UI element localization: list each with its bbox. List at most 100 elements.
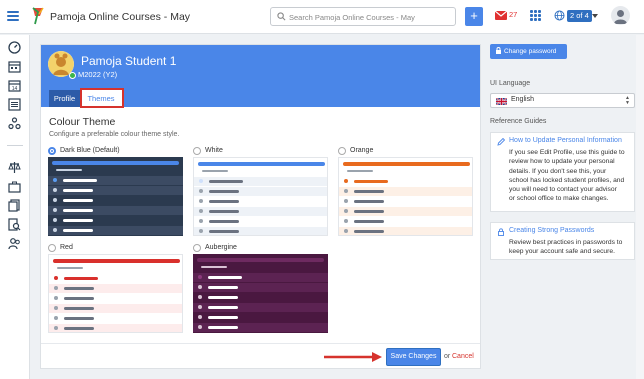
guide-card-passwords[interactable]: Creating Strong Passwords Review best pr…	[490, 222, 635, 260]
or-text: or	[444, 353, 451, 360]
mail-icon[interactable]	[494, 10, 508, 20]
guide-line: details. If you don't see this, your	[509, 167, 607, 175]
preview-dot	[199, 219, 203, 223]
apps-grid-icon[interactable]	[530, 10, 541, 21]
sidebar: 14	[0, 35, 30, 379]
preview-dot	[54, 276, 58, 280]
preview-dot	[198, 295, 202, 299]
preview-line	[63, 219, 93, 222]
reference-guides-label: Reference Guides	[490, 118, 547, 125]
menu-icon[interactable]	[7, 11, 19, 21]
app-title[interactable]: Pamoja Online Courses - May	[50, 11, 190, 23]
theme-option-orange[interactable]: Orange	[338, 147, 473, 237]
preview-header-bar	[53, 259, 180, 263]
list-icon[interactable]	[8, 98, 21, 111]
preview-line	[209, 200, 239, 203]
preview-dot	[344, 179, 348, 183]
preview-header-bar	[343, 162, 470, 166]
theme-option-aubergine[interactable]: Aubergine	[193, 244, 328, 334]
preview-caption	[202, 170, 228, 172]
preview-row	[48, 216, 183, 225]
guide-line: If you see Edit Profile, use this guide …	[509, 149, 625, 156]
preview-row	[193, 313, 328, 322]
preview-line	[64, 307, 94, 310]
theme-option-white[interactable]: White	[193, 147, 328, 237]
dashboard-icon[interactable]	[8, 41, 21, 54]
briefcase-icon[interactable]	[8, 180, 21, 193]
preview-dot	[53, 218, 57, 222]
guide-line: or school office to make changes.	[509, 195, 609, 203]
preview-row	[339, 187, 472, 196]
scrollbar[interactable]	[636, 35, 644, 379]
preview-line	[209, 210, 239, 213]
theme-radio[interactable]	[338, 147, 346, 155]
preview-line	[64, 317, 94, 320]
preview-row	[194, 177, 327, 186]
preview-dot	[53, 198, 57, 202]
theme-radio[interactable]	[48, 147, 56, 155]
preview-row	[193, 323, 328, 332]
avatar[interactable]	[611, 6, 630, 25]
add-button[interactable]: +	[465, 7, 483, 26]
preview-dot	[54, 306, 58, 310]
preview-row	[339, 227, 472, 235]
tab-profile[interactable]: Profile	[49, 90, 80, 107]
preview-dot	[198, 305, 202, 309]
search-box[interactable]	[270, 7, 456, 26]
theme-option-dark-blue[interactable]: Dark Blue (Default)	[48, 147, 183, 237]
theme-label: Aubergine	[205, 244, 237, 251]
theme-label: Red	[60, 244, 73, 251]
preview-line	[354, 230, 384, 233]
online-status-dot	[69, 72, 76, 79]
theme-radio[interactable]	[48, 244, 56, 252]
page-indicator[interactable]: 2 of 4	[567, 10, 592, 22]
save-changes-button[interactable]: Save Changes	[386, 348, 441, 366]
scale-icon[interactable]	[8, 161, 21, 174]
documents-icon[interactable]	[8, 199, 21, 212]
preview-row	[49, 284, 182, 293]
calendar-icon[interactable]	[8, 60, 21, 73]
preview-row	[49, 324, 182, 332]
globe-icon[interactable]	[554, 10, 565, 21]
language-select[interactable]: English ▲ ▼	[490, 93, 635, 108]
preview-dot	[344, 229, 348, 233]
preview-dot	[53, 208, 57, 212]
preview-dot	[53, 228, 57, 232]
preview-dot	[198, 325, 202, 329]
preview-line	[208, 316, 238, 319]
preview-dot	[199, 179, 203, 183]
search-document-icon[interactable]	[8, 218, 21, 231]
theme-radio[interactable]	[193, 244, 201, 252]
network-icon[interactable]	[8, 117, 21, 130]
preview-dot	[54, 296, 58, 300]
guide-title[interactable]: Creating Strong Passwords	[509, 227, 594, 234]
pamoja-logo[interactable]	[31, 6, 45, 26]
chevron-down-icon[interactable]	[592, 14, 598, 18]
preview-caption	[347, 170, 373, 172]
preview-line	[64, 297, 94, 300]
users-icon[interactable]	[8, 237, 21, 250]
card-footer-divider	[41, 343, 480, 344]
date-icon[interactable]: 14	[8, 79, 21, 92]
change-password-button[interactable]: Change password	[490, 44, 567, 59]
preview-line	[63, 229, 93, 232]
theme-label: White	[205, 147, 223, 154]
theme-preview	[193, 157, 328, 236]
preview-line	[354, 180, 388, 183]
preview-line	[64, 277, 98, 280]
preview-row	[48, 206, 183, 215]
theme-option-red[interactable]: Red	[48, 244, 183, 334]
cancel-link[interactable]: Cancel	[452, 353, 474, 360]
preview-dot	[199, 209, 203, 213]
guide-title[interactable]: How to Update Personal Information	[509, 137, 622, 144]
theme-radio[interactable]	[193, 147, 201, 155]
top-bar: Pamoja Online Courses - May + 27 2 of 4	[0, 0, 644, 34]
preview-row	[49, 304, 182, 313]
mail-count-badge: 27	[509, 10, 518, 19]
preview-dot	[199, 189, 203, 193]
preview-row	[48, 196, 183, 205]
guide-card-personal-info[interactable]: How to Update Personal Information If yo…	[490, 132, 635, 212]
search-input[interactable]	[289, 10, 453, 24]
preview-dot	[199, 199, 203, 203]
preview-row	[48, 176, 183, 185]
